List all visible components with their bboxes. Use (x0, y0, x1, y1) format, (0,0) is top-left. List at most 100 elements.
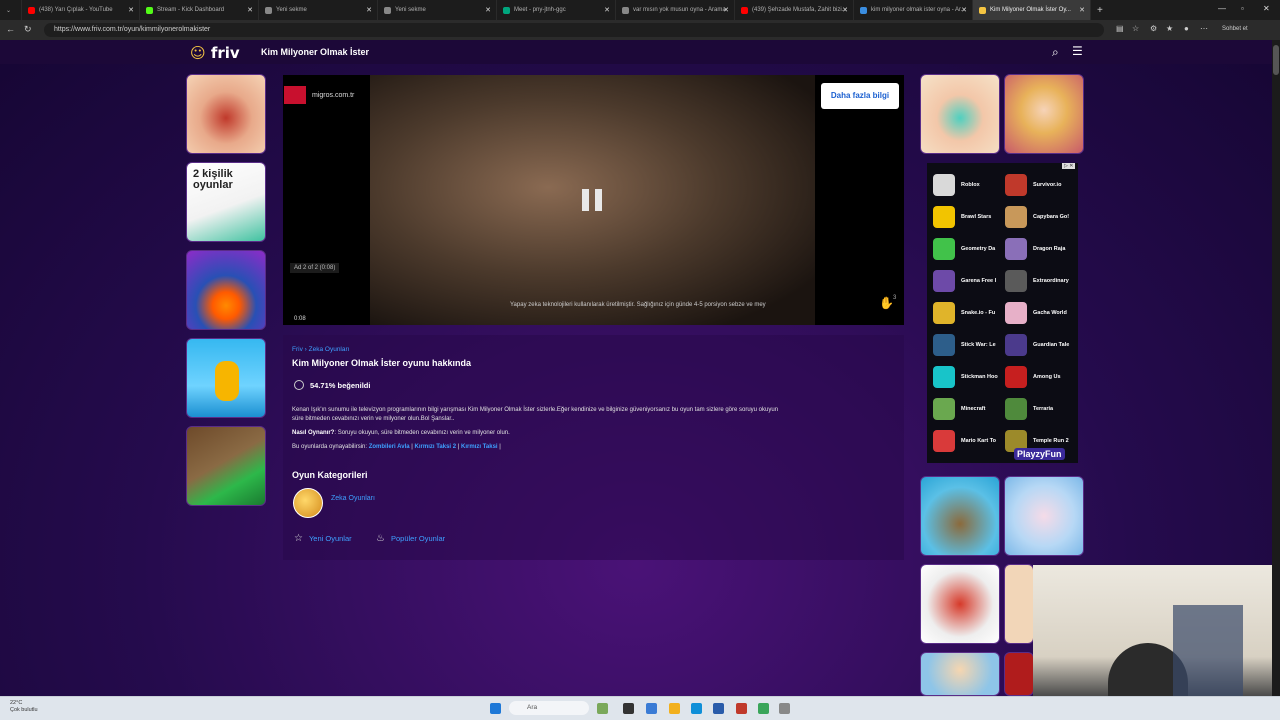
more-info-button[interactable]: Daha fazla bilgi (821, 83, 899, 109)
fire-icon: ♨ (376, 533, 385, 544)
reader-icon[interactable]: ▤ (1116, 24, 1124, 33)
edge-browser-icon[interactable] (691, 703, 702, 714)
ad-game-item[interactable]: Snake.io - Fu (933, 302, 1003, 324)
category-link[interactable]: Zeka Oyunları (331, 495, 375, 502)
tab-close-icon[interactable]: ✕ (128, 6, 134, 14)
browser-tab[interactable]: kim milyoner olmak ister oyna - Ar... ✕ (854, 0, 973, 20)
star-icon: ☆ (294, 533, 303, 544)
file-explorer-icon[interactable] (669, 703, 680, 714)
windows-start-icon[interactable] (490, 703, 501, 714)
ad-game-icon (933, 334, 955, 356)
ad-game-item[interactable]: Garena Free I (933, 270, 1003, 292)
settings-gear-icon[interactable] (779, 703, 790, 714)
game-thumb-run[interactable] (186, 338, 266, 418)
ad-game-item[interactable]: Among Us (1005, 366, 1075, 388)
tab-favicon (146, 6, 153, 14)
tab-close-icon[interactable]: ✕ (961, 6, 967, 14)
ad-game-item[interactable]: Roblox (933, 174, 1003, 196)
obs-icon[interactable] (736, 703, 747, 714)
browser-tab[interactable]: Yeni sekme ✕ (378, 0, 497, 20)
new-tab-button[interactable]: + (1097, 5, 1103, 16)
ad-game-item[interactable]: Guardian Tale (1005, 334, 1075, 356)
new-games-link[interactable]: ☆ Yeni Oyunlar (294, 533, 352, 544)
ad-game-item[interactable]: Survivor.io (1005, 174, 1075, 196)
ad-game-item[interactable]: Brawl Stars (933, 206, 1003, 228)
favorite-star-icon[interactable]: ☆ (1132, 24, 1139, 33)
game-thumb-baby[interactable] (920, 652, 1000, 696)
ad-advertiser[interactable]: migros.com.tr (284, 86, 354, 104)
taskbar-widget-icon[interactable] (597, 703, 608, 714)
tab-close-icon[interactable]: ✕ (604, 6, 610, 14)
tab-close-icon[interactable]: ✕ (485, 6, 491, 14)
game-thumb-dentist[interactable] (186, 74, 266, 154)
ad-game-item[interactable]: Extraordinary (1005, 270, 1075, 292)
close-window-button[interactable]: ✕ (1263, 4, 1270, 13)
tab-close-icon[interactable]: ✕ (1079, 6, 1085, 14)
ad-game-item[interactable]: Minecraft (933, 398, 1003, 420)
game-thumb-2-player[interactable]: 2 kişilik oyunlar (186, 162, 266, 242)
ad-game-item[interactable]: Dragon Raja (1005, 238, 1075, 260)
taskbar-search[interactable]: Ara (509, 701, 589, 715)
browser-tab[interactable]: Yeni sekme ✕ (259, 0, 378, 20)
breadcrumb-root[interactable]: Friv (292, 346, 303, 353)
app-icon[interactable] (758, 703, 769, 714)
profile-avatar[interactable]: ● (1184, 24, 1189, 33)
task-view-icon[interactable] (623, 703, 634, 714)
browser-tab[interactable]: Stream - Kick Dashboard ✕ (140, 0, 259, 20)
refresh-icon[interactable]: ↻ (24, 24, 32, 35)
copilot-icon[interactable] (646, 703, 657, 714)
browser-tab-active[interactable]: Kim Milyoner Olmak İster Oy... ✕ (973, 0, 1091, 20)
ad-game-item[interactable]: Geometry Da (933, 238, 1003, 260)
browser-tab[interactable]: Meet - pny-jtnh-ggc ✕ (497, 0, 616, 20)
game-thumb-red-car[interactable] (920, 564, 1000, 644)
browser-tab[interactable]: var mısın yok musun oyna - Arama ✕ (616, 0, 735, 20)
page-scrollbar[interactable] (1272, 40, 1280, 696)
breadcrumb-category[interactable]: Zeka Oyunları (309, 346, 350, 353)
tab-close-icon[interactable]: ✕ (247, 6, 253, 14)
also-play-link[interactable]: Zombileri Avla (369, 444, 410, 450)
search-icon[interactable]: ⌕ (1052, 45, 1059, 60)
back-icon[interactable]: ← (6, 24, 15, 34)
ad-game-item[interactable]: Terraria (1005, 398, 1075, 420)
hamburger-menu-icon[interactable]: ☰ (1072, 44, 1083, 58)
also-play-link[interactable]: Kırmızı Taksi 2 (415, 444, 457, 450)
weather-widget[interactable]: 22°C Çok bulutlu (10, 700, 38, 714)
popular-games-link[interactable]: ♨ Popüler Oyunlar (376, 533, 445, 544)
game-thumb-makeup[interactable] (920, 74, 1000, 154)
url-input[interactable]: https://www.friv.com.tr/oyun/kimmilyoner… (44, 23, 1104, 37)
game-thumb-partial-2[interactable] (1004, 652, 1034, 696)
ad-game-item[interactable]: Capybara Go! (1005, 206, 1075, 228)
game-thumb-partial[interactable] (1004, 564, 1034, 644)
tab-close-icon[interactable]: ✕ (723, 6, 729, 14)
tab-close-icon[interactable]: ✕ (366, 6, 372, 14)
ad-game-item[interactable]: Stickman Hoo (933, 366, 1003, 388)
ad-choices-badge[interactable]: ▷ ✕ (1062, 163, 1076, 169)
game-thumb-car[interactable] (186, 426, 266, 506)
maximize-button[interactable]: ▫ (1241, 4, 1244, 13)
game-thumb-princess[interactable] (1004, 74, 1084, 154)
ad-game-item[interactable]: Gacha World (1005, 302, 1075, 324)
ad-game-item[interactable]: Stick War: Le (933, 334, 1003, 356)
browser-tab[interactable]: (438) Yarı Çıplak - YouTube ✕ (22, 0, 140, 20)
favorites-icon[interactable]: ★ (1166, 24, 1173, 33)
minimize-button[interactable]: — (1218, 4, 1226, 13)
scrollbar-thumb[interactable] (1273, 45, 1279, 75)
game-thumb-pou[interactable] (920, 476, 1000, 556)
friv-logo[interactable]: ☺ friv (190, 44, 240, 62)
more-menu-icon[interactable]: ⋯ (1200, 24, 1208, 33)
pause-icon[interactable] (582, 189, 604, 211)
store-icon[interactable] (713, 703, 724, 714)
also-play-link[interactable]: Kırmızı Taksi (461, 444, 498, 450)
how-to-play-text: : Soruyu okuyun, süre bitmeden cevabınız… (334, 430, 510, 436)
extensions-icon[interactable]: ⚙ (1150, 24, 1157, 33)
playzyfun-logo[interactable]: PlayzyFun (1014, 448, 1065, 460)
copilot-chat-button[interactable]: Sohbet et (1222, 26, 1248, 32)
browser-tab[interactable]: (439) Şehzade Mustafa, Zahit bizi... ✕ (735, 0, 854, 20)
ad-game-item[interactable]: Mario Kart To (933, 430, 1003, 452)
tab-close-icon[interactable]: ✕ (842, 6, 848, 14)
tab-menu-button[interactable]: ⌄ (0, 0, 22, 20)
runner-figure (215, 361, 239, 401)
game-thumb-ice-princess[interactable] (1004, 476, 1084, 556)
game-thumb-bubble[interactable] (186, 250, 266, 330)
category-icon[interactable] (293, 488, 323, 518)
